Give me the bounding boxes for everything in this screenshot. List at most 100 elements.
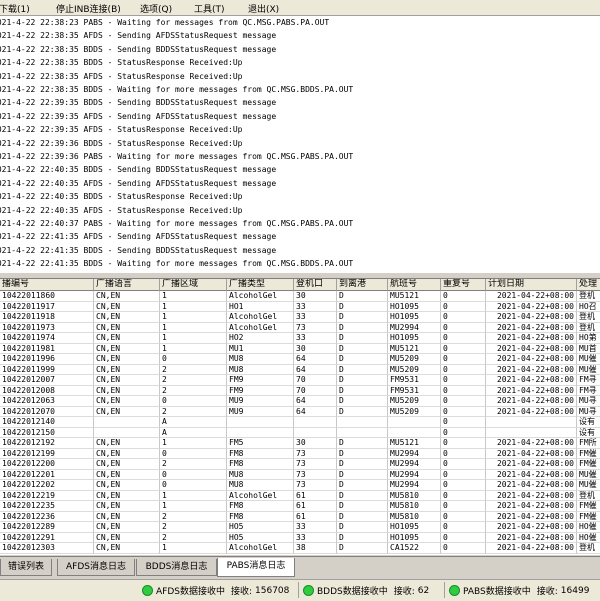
table-cell: 2021-04-22+08:00 <box>486 301 577 312</box>
table-row[interactable]: 10422011999 CN,EN 2 MU8 64 D MU5209 0 2021-04-22… <box>0 364 600 375</box>
table-cell: 0 <box>441 469 486 480</box>
table-cell <box>94 427 160 438</box>
menu-item[interactable]: 停止INB连接(B) <box>56 2 121 15</box>
table-row[interactable]: 10422011860 CN,EN 1 AlcoholGel 30 D MU5121 0 202… <box>0 291 600 302</box>
bdds-status-label: BDDS数据接收中 <box>317 587 388 597</box>
table-cell: MU5121 <box>388 438 441 449</box>
table-cell <box>94 417 160 428</box>
table-cell: 2 <box>160 459 227 470</box>
log-tab[interactable]: 错误列表 <box>0 559 52 576</box>
table-cell: 2021-04-22+08:00 <box>486 385 577 396</box>
table-cell: CN,EN <box>94 459 160 470</box>
bdds-status-led-icon <box>303 585 314 596</box>
column-header[interactable]: 到离港 <box>337 279 388 291</box>
table-cell: 73 <box>294 459 337 470</box>
table-cell: 登机 <box>577 291 600 302</box>
log-tab[interactable]: AFDS消息日志 <box>57 559 135 576</box>
menu-item[interactable]: 工具(T) <box>194 2 225 15</box>
table-row[interactable]: 10422012008 CN,EN 2 FM9 70 D FM9531 0 2021-04-22… <box>0 385 600 396</box>
table-cell: 设有 <box>577 417 600 428</box>
table-row[interactable]: 10422011918 CN,EN 1 AlcoholGel 33 D HO1095 0 202… <box>0 312 600 323</box>
table-row[interactable]: 10422012007 CN,EN 2 FM9 70 D FM9531 0 2021-04-22… <box>0 375 600 386</box>
table-row[interactable]: 10422011974 CN,EN 1 HO2 33 D HO1095 0 2021-04-22… <box>0 333 600 344</box>
table-row[interactable]: 10422012291 CN,EN 2 HO5 33 D HO1095 0 2021-04-22… <box>0 532 600 543</box>
column-header[interactable]: 重复号 <box>441 279 486 291</box>
table-cell: 0 <box>441 343 486 354</box>
column-header[interactable]: 播编号 <box>0 279 94 291</box>
table-cell: 0 <box>441 522 486 533</box>
table-cell: 2021-04-22+08:00 <box>486 438 577 449</box>
table-row[interactable]: 10422011917 CN,EN 1 HO1 33 D HO1095 0 2021-04-22… <box>0 301 600 312</box>
table-cell: D <box>337 448 388 459</box>
table-cell: 0 <box>160 396 227 407</box>
message-log[interactable]: 2021-4-22 22:38:23 PABS - Waiting for me… <box>0 16 600 272</box>
log-tab[interactable]: PABS消息日志 <box>217 558 295 577</box>
table-row[interactable]: 10422012192 CN,EN 1 FM5 30 D MU5121 0 2021-04-22… <box>0 438 600 449</box>
table-cell: 73 <box>294 448 337 459</box>
table-cell: 64 <box>294 396 337 407</box>
table-cell: 2021-04-22+08:00 <box>486 448 577 459</box>
table-row[interactable]: 10422012140 A 0 设有 <box>0 417 600 428</box>
table-row[interactable]: 10422012200 CN,EN 2 FM8 73 D MU2994 0 2021-04-22… <box>0 459 600 470</box>
column-header[interactable]: 处理 <box>577 279 600 291</box>
table-row[interactable]: 10422011981 CN,EN 1 MU1 30 D MU5121 0 2021-04-22… <box>0 343 600 354</box>
table-cell: MU5810 <box>388 501 441 512</box>
table-row[interactable]: 10422012235 CN,EN 1 FM8 61 D MU5810 0 2021-04-22… <box>0 501 600 512</box>
table-row[interactable]: 10422012303 CN,EN 1 AlcoholGel 38 D CA1522 0 202… <box>0 543 600 554</box>
log-line: 2021-4-22 22:40:35 BDDS - StatusResponse… <box>0 192 243 202</box>
column-header[interactable]: 广播区域 <box>160 279 227 291</box>
table-cell: 0 <box>441 396 486 407</box>
column-header[interactable]: 航班号 <box>388 279 441 291</box>
table-cell: CN,EN <box>94 375 160 386</box>
splitter[interactable] <box>0 272 600 279</box>
table-cell <box>294 417 337 428</box>
table-cell: CN,EN <box>94 343 160 354</box>
table-cell: 10422012063 <box>0 396 94 407</box>
table-cell: 61 <box>294 490 337 501</box>
table-row[interactable]: 10422012070 CN,EN 2 MU9 64 D MU5209 0 2021-04-22… <box>0 406 600 417</box>
table-row[interactable]: 10422012236 CN,EN 2 FM8 61 D MU5810 0 2021-04-22… <box>0 511 600 522</box>
table-row[interactable]: 10422012063 CN,EN 0 MU9 64 D MU5209 0 2021-04-22… <box>0 396 600 407</box>
column-header[interactable]: 广播类型 <box>227 279 294 291</box>
table-cell: FM9531 <box>388 375 441 386</box>
pabs-status-led-icon <box>449 585 460 596</box>
table-row[interactable]: 10422012289 CN,EN 2 HO5 33 D HO1095 0 2021-04-22… <box>0 522 600 533</box>
table-row[interactable]: 10422011973 CN,EN 1 AlcoholGel 73 D MU2994 0 202… <box>0 322 600 333</box>
log-line: 2021-4-22 22:41:35 BDDS - Waiting for mo… <box>0 259 354 269</box>
table-cell: D <box>337 312 388 323</box>
table-row[interactable]: 10422012219 CN,EN 1 AlcoholGel 61 D MU5810 0 202… <box>0 490 600 501</box>
table-cell: 登机 <box>577 491 600 501</box>
table-cell: 10422012070 <box>0 406 94 417</box>
broadcast-grid[interactable]: 播编号 广播语言 广播区域 广播类型 登机口 到离港 航班号 重复号 计划日期 处理 1042201… <box>0 279 600 555</box>
table-cell: HO1095 <box>388 301 441 312</box>
table-cell: 0 <box>441 312 486 323</box>
table-row[interactable]: 10422012202 CN,EN 0 MU8 73 D MU2994 0 2021-04-22… <box>0 480 600 491</box>
table-cell: D <box>337 406 388 417</box>
menu-item[interactable]: 选项(Q) <box>140 2 172 15</box>
pabs-count: 16499 <box>560 585 590 596</box>
table-cell: CN,EN <box>94 364 160 375</box>
table-cell: HO2 <box>227 333 294 344</box>
table-cell: MU5121 <box>388 343 441 354</box>
menu-item[interactable]: 退出(X) <box>248 2 279 15</box>
table-cell: MU5810 <box>388 490 441 501</box>
table-cell: 10422012236 <box>0 511 94 522</box>
table-cell: 10422011860 <box>0 291 94 302</box>
table-row[interactable]: 10422012201 CN,EN 0 MU8 73 D MU2994 0 2021-04-22… <box>0 469 600 480</box>
table-cell: 2021-04-22+08:00 <box>486 511 577 522</box>
table-cell: 2021-04-22+08:00 <box>486 312 577 323</box>
column-header[interactable]: 计划日期 <box>486 279 577 291</box>
table-row[interactable]: 10422011996 CN,EN 0 MU8 64 D MU5209 0 2021-04-22… <box>0 354 600 365</box>
menu-bar: 析下载(1) 停止INB连接(B) 选项(Q) 工具(T) 退出(X) <box>0 0 600 16</box>
status-bdds: BDDS数据接收中 接收: 62 <box>303 584 429 597</box>
table-cell: D <box>337 543 388 554</box>
table-cell: 33 <box>294 333 337 344</box>
column-header[interactable]: 广播语言 <box>94 279 160 291</box>
log-tab[interactable]: BDDS消息日志 <box>136 559 217 576</box>
table-row[interactable]: 10422012150 A 0 设有 <box>0 427 600 438</box>
column-header[interactable]: 登机口 <box>294 279 337 291</box>
menu-item[interactable]: 析下载(1) <box>0 2 30 15</box>
table-row[interactable]: 10422012199 CN,EN 0 FM8 73 D MU2994 0 2021-04-22… <box>0 448 600 459</box>
table-cell: 0 <box>441 385 486 396</box>
table-cell: 1 <box>160 438 227 449</box>
